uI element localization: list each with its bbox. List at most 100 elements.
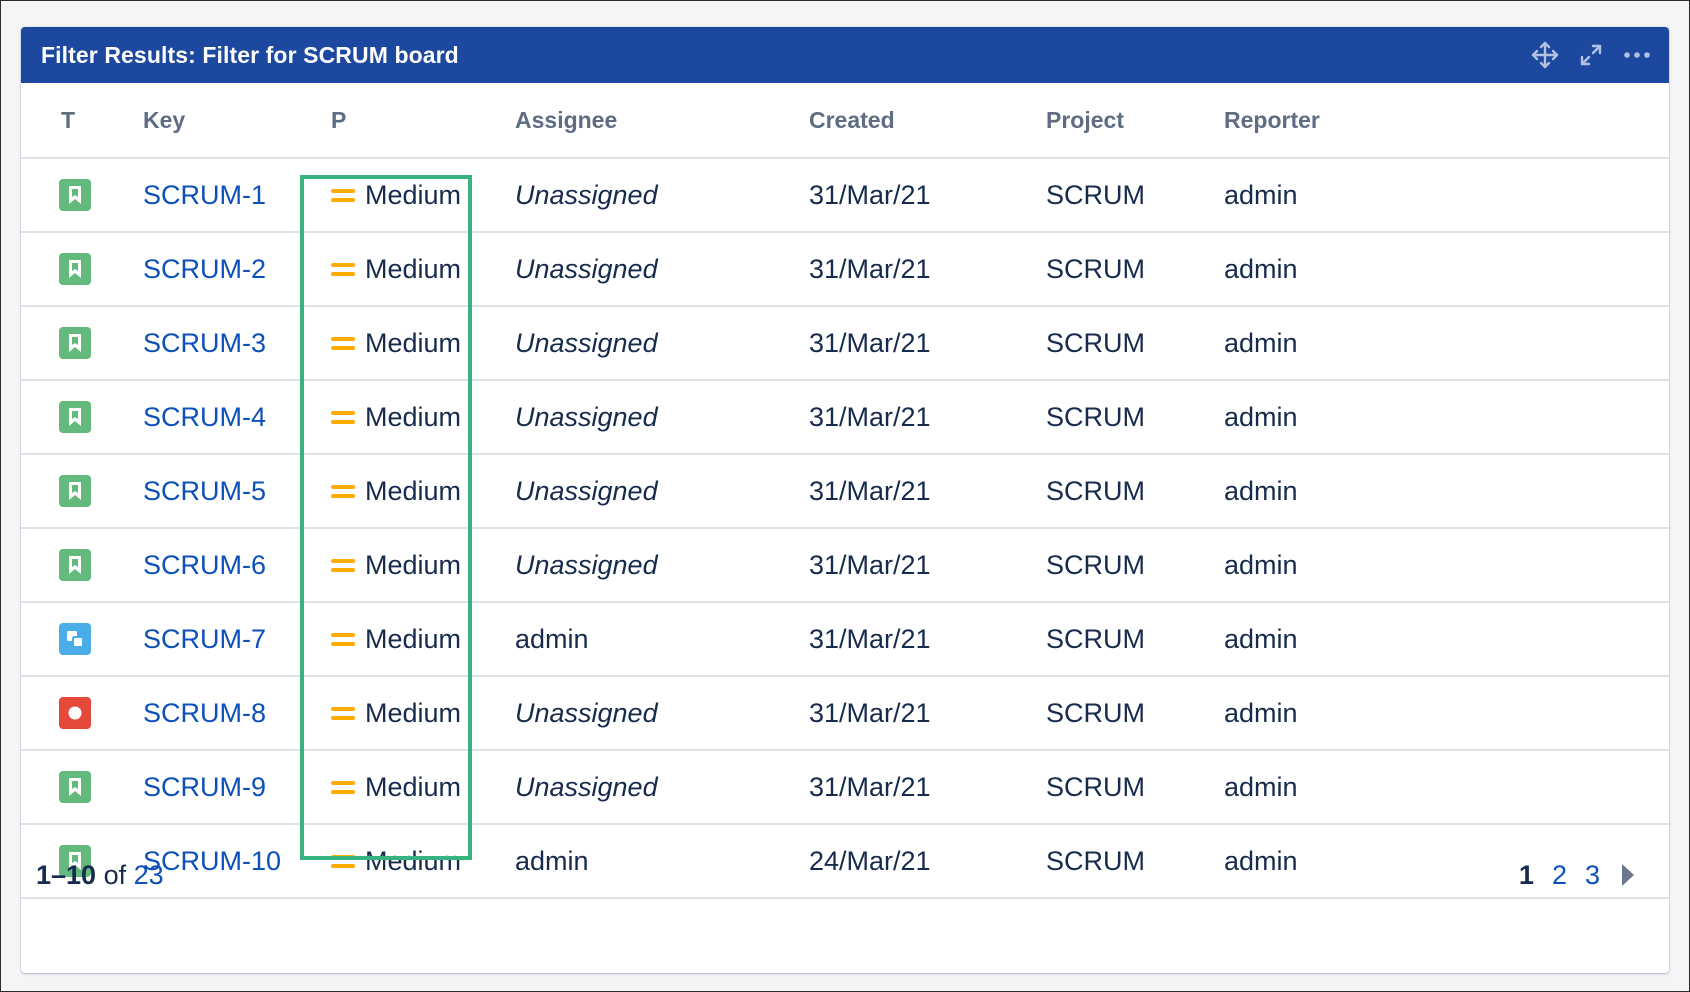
project-cell: SCRUM xyxy=(1024,528,1224,603)
priority-label: Medium xyxy=(365,771,462,802)
issue-key-link[interactable]: SCRUM-8 xyxy=(143,698,266,728)
key-cell: SCRUM-9 xyxy=(133,750,313,825)
reporter-cell: admin xyxy=(1224,158,1669,233)
key-cell: SCRUM-4 xyxy=(133,380,313,455)
filter-results-gadget: Filter Results: Filter for SCRUM board T… xyxy=(21,27,1669,973)
column-header-project[interactable]: Project xyxy=(1024,83,1224,159)
page-2[interactable]: 2 xyxy=(1552,860,1567,891)
priority-medium-icon xyxy=(331,557,355,573)
created-cell: 31/Mar/21 xyxy=(783,750,1024,825)
key-cell: SCRUM-8 xyxy=(133,676,313,751)
reporter-cell: admin xyxy=(1224,454,1669,529)
key-cell: SCRUM-1 xyxy=(133,158,313,233)
priority-cell: Medium xyxy=(313,750,497,825)
priority-label: Medium xyxy=(365,475,462,506)
story-icon xyxy=(59,401,91,434)
type-cell xyxy=(21,528,133,603)
priority-medium-icon xyxy=(331,779,355,795)
priority-medium-icon xyxy=(331,261,355,277)
issue-key-link[interactable]: SCRUM-7 xyxy=(143,624,266,654)
created-cell: 31/Mar/21 xyxy=(783,380,1024,455)
assignee-cell: Unassigned xyxy=(497,380,783,455)
priority-medium-icon xyxy=(331,409,355,425)
issue-key-link[interactable]: SCRUM-9 xyxy=(143,772,266,802)
table-row[interactable]: SCRUM-1 Medium Unassigned 31/Mar/21 SCRUM adm… xyxy=(21,158,1669,233)
story-icon xyxy=(59,327,91,360)
table-row[interactable]: SCRUM-2 Medium Unassigned 31/Mar/21 SCRUM adm… xyxy=(21,232,1669,307)
created-cell: 31/Mar/21 xyxy=(783,306,1024,381)
column-header-key[interactable]: Key xyxy=(133,83,313,159)
table-row[interactable]: SCRUM-4 Medium Unassigned 31/Mar/21 SCRUM adm… xyxy=(21,380,1669,455)
issue-key-link[interactable]: SCRUM-3 xyxy=(143,328,266,358)
subtask-icon xyxy=(59,623,91,656)
results-total-link[interactable]: 23 xyxy=(134,860,164,890)
bug-icon xyxy=(59,697,91,730)
reporter-cell: admin xyxy=(1224,306,1669,381)
priority-label: Medium xyxy=(365,327,462,358)
expand-icon[interactable] xyxy=(1575,39,1607,71)
gadget-footer: 1–10 of 23 1 2 3 xyxy=(21,835,1669,915)
story-icon xyxy=(59,253,91,286)
gadget-title: Filter Results: Filter for SCRUM board xyxy=(41,41,459,68)
priority-medium-icon xyxy=(331,335,355,351)
priority-label: Medium xyxy=(365,549,462,580)
column-header-type[interactable]: T xyxy=(21,83,133,159)
assignee-cell: Unassigned xyxy=(497,676,783,751)
priority-medium-icon xyxy=(331,187,355,203)
assignee-cell: Unassigned xyxy=(497,750,783,825)
project-cell: SCRUM xyxy=(1024,676,1224,751)
move-icon[interactable] xyxy=(1529,39,1561,71)
issue-key-link[interactable]: SCRUM-2 xyxy=(143,254,266,284)
story-icon xyxy=(59,771,91,804)
table-row[interactable]: SCRUM-3 Medium Unassigned 31/Mar/21 SCRUM adm… xyxy=(21,306,1669,381)
issue-key-link[interactable]: SCRUM-6 xyxy=(143,550,266,580)
column-header-assignee[interactable]: Assignee xyxy=(497,83,783,159)
more-icon[interactable] xyxy=(1621,39,1653,71)
type-cell xyxy=(21,380,133,455)
reporter-cell: admin xyxy=(1224,750,1669,825)
issue-key-link[interactable]: SCRUM-1 xyxy=(143,180,266,210)
issue-key-link[interactable]: SCRUM-5 xyxy=(143,476,266,506)
key-cell: SCRUM-3 xyxy=(133,306,313,381)
project-cell: SCRUM xyxy=(1024,380,1224,455)
next-page-arrow-icon[interactable] xyxy=(1622,864,1634,886)
story-icon xyxy=(59,475,91,508)
type-cell xyxy=(21,454,133,529)
project-cell: SCRUM xyxy=(1024,232,1224,307)
window-frame: Filter Results: Filter for SCRUM board T… xyxy=(0,0,1690,992)
created-cell: 31/Mar/21 xyxy=(783,602,1024,677)
reporter-cell: admin xyxy=(1224,528,1669,603)
page-3[interactable]: 3 xyxy=(1585,860,1600,891)
column-header-priority[interactable]: P xyxy=(313,83,497,159)
page-1[interactable]: 1 xyxy=(1519,860,1534,891)
type-cell xyxy=(21,306,133,381)
priority-cell: Medium xyxy=(313,528,497,603)
results-range: 1–10 xyxy=(36,859,97,890)
reporter-cell: admin xyxy=(1224,380,1669,455)
priority-medium-icon xyxy=(331,705,355,721)
priority-label: Medium xyxy=(365,697,462,728)
created-cell: 31/Mar/21 xyxy=(783,158,1024,233)
column-header-created[interactable]: Created xyxy=(783,83,1024,159)
column-header-reporter[interactable]: Reporter xyxy=(1224,83,1669,159)
gadget-header: Filter Results: Filter for SCRUM board xyxy=(21,27,1669,83)
table-row[interactable]: SCRUM-7 Medium admin 31/Mar/21 SCRUM admin xyxy=(21,602,1669,677)
issue-key-link[interactable]: SCRUM-4 xyxy=(143,402,266,432)
table-header-row: T Key P Assignee Created Project Reporte… xyxy=(21,83,1669,159)
priority-cell: Medium xyxy=(313,306,497,381)
reporter-cell: admin xyxy=(1224,602,1669,677)
table-row[interactable]: SCRUM-9 Medium Unassigned 31/Mar/21 SCRUM adm… xyxy=(21,750,1669,825)
table-row[interactable]: SCRUM-8 Medium Unassigned 31/Mar/21 SCRUM adm… xyxy=(21,676,1669,751)
table-row[interactable]: SCRUM-6 Medium Unassigned 31/Mar/21 SCRUM adm… xyxy=(21,528,1669,603)
table-row[interactable]: SCRUM-5 Medium Unassigned 31/Mar/21 SCRUM adm… xyxy=(21,454,1669,529)
key-cell: SCRUM-5 xyxy=(133,454,313,529)
results-of: of xyxy=(103,859,127,890)
priority-label: Medium xyxy=(365,401,462,432)
priority-medium-icon xyxy=(331,483,355,499)
created-cell: 31/Mar/21 xyxy=(783,232,1024,307)
priority-medium-icon xyxy=(331,631,355,647)
created-cell: 31/Mar/21 xyxy=(783,454,1024,529)
results-count: 1–10 of 23 xyxy=(36,860,164,891)
created-cell: 31/Mar/21 xyxy=(783,676,1024,751)
priority-cell: Medium xyxy=(313,380,497,455)
